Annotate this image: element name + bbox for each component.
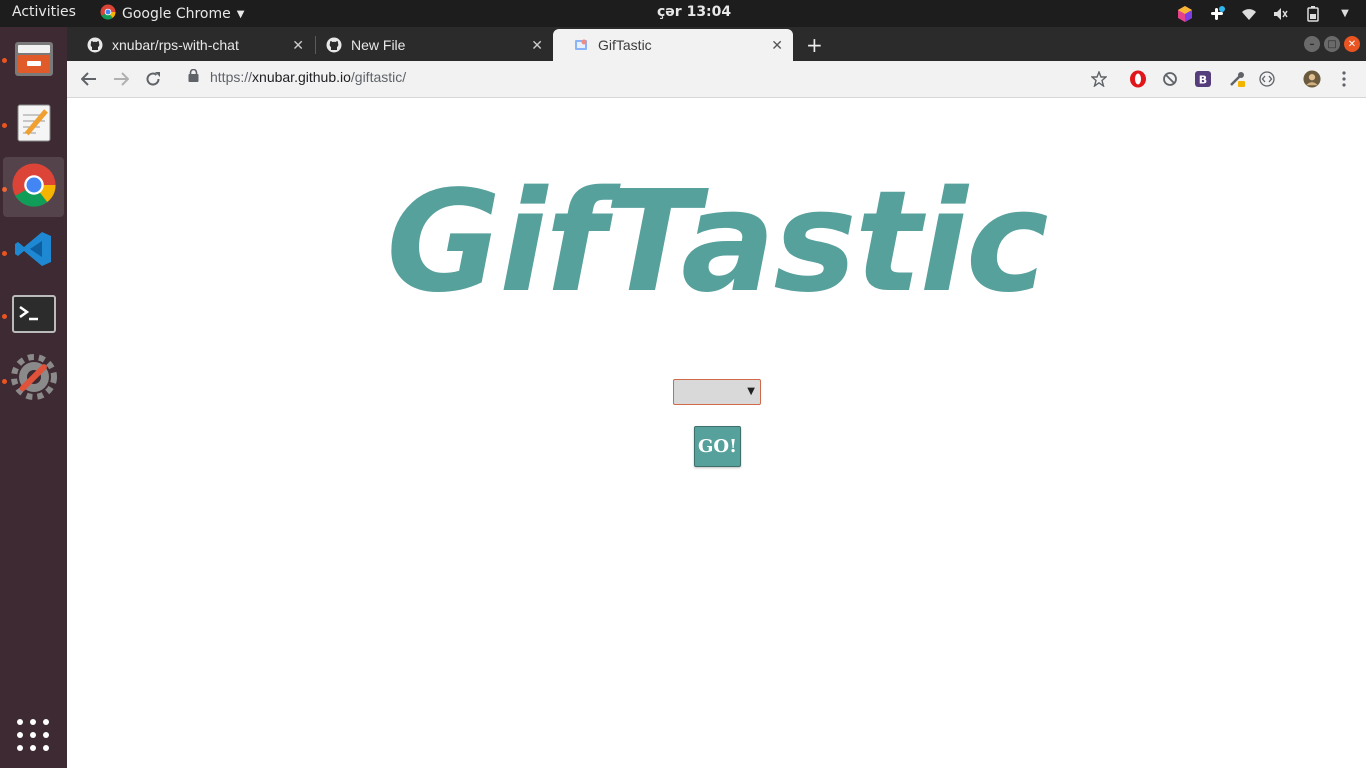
clock[interactable]: çər 13:04 <box>657 4 731 20</box>
tab-new-file[interactable]: New File ✕ <box>306 29 553 61</box>
close-tab-icon[interactable]: ✕ <box>531 37 543 54</box>
svg-text:B: B <box>1199 74 1207 87</box>
maximize-icon[interactable]: □ <box>1324 36 1340 52</box>
profile-avatar[interactable] <box>1303 70 1321 88</box>
minimize-icon[interactable]: – <box>1304 36 1320 52</box>
chevron-down-icon: ▼ <box>236 8 245 20</box>
forward-icon[interactable] <box>111 69 131 89</box>
chrome-small-icon <box>100 4 116 24</box>
tab-strip: xnubar/rps-with-chat ✕ New File ✕ GifTas… <box>67 27 1366 61</box>
lock-icon <box>188 68 202 85</box>
tab-rps-with-chat[interactable]: xnubar/rps-with-chat ✕ <box>67 29 314 61</box>
bootstrap-extension-icon[interactable]: B <box>1194 70 1212 88</box>
battery-icon[interactable] <box>1304 5 1322 23</box>
dock-vscode[interactable] <box>3 221 64 281</box>
tab-giftastic[interactable]: GifTastic ✕ <box>553 29 793 61</box>
dock-settings[interactable] <box>3 349 64 409</box>
github-icon <box>87 37 103 53</box>
new-tab-button[interactable]: + <box>806 33 823 57</box>
app-menu[interactable]: Google Chrome ▼ <box>100 4 244 24</box>
dropdown-arrow-icon: ▼ <box>747 386 755 397</box>
close-tab-icon[interactable]: ✕ <box>292 37 304 54</box>
tab-label: New File <box>351 37 406 53</box>
files-icon <box>12 37 56 85</box>
slack-icon[interactable] <box>1208 5 1226 23</box>
url-path: /giftastic/ <box>350 69 407 85</box>
system-menu-chevron-icon[interactable]: ▼ <box>1336 5 1354 23</box>
dock-google-chrome[interactable] <box>3 157 64 217</box>
giftastic-favicon <box>573 37 589 53</box>
tab-label: xnubar/rps-with-chat <box>112 37 239 53</box>
terminal-icon <box>11 295 56 337</box>
system-top-bar: Activities Google Chrome ▼ çər 13:04 ▼ <box>0 0 1366 27</box>
block-extension-icon[interactable] <box>1161 70 1179 88</box>
vscode-icon <box>14 229 54 273</box>
tab-label: GifTastic <box>598 37 652 53</box>
wifi-icon[interactable] <box>1240 5 1258 23</box>
close-window-icon[interactable]: ✕ <box>1344 36 1360 52</box>
activities-button[interactable]: Activities <box>12 4 76 20</box>
back-icon[interactable] <box>79 69 99 89</box>
url-host: xnubar.github.io <box>252 69 351 85</box>
page-content: GifTastic ▼ GO! <box>67 98 1366 768</box>
chrome-icon <box>11 162 57 212</box>
dock-files[interactable] <box>3 31 64 91</box>
reload-icon[interactable] <box>143 69 163 89</box>
opera-extension-icon[interactable] <box>1129 70 1147 88</box>
url-scheme: https:// <box>210 69 253 85</box>
page-title: GifTastic <box>386 161 1048 324</box>
close-tab-icon[interactable]: ✕ <box>771 37 783 54</box>
address-bar[interactable]: https://xnubar.github.io/giftastic/ <box>188 68 407 85</box>
bookmark-star-icon[interactable] <box>1090 70 1108 88</box>
app-name: Google Chrome <box>122 6 231 22</box>
github-icon <box>326 37 342 53</box>
dock-text-editor[interactable] <box>3 95 64 155</box>
code-extension-icon[interactable] <box>1258 70 1276 88</box>
text-editor-icon <box>12 101 56 149</box>
system-tray[interactable]: ▼ <box>1176 3 1354 24</box>
topic-select[interactable]: ▼ <box>673 379 761 405</box>
show-applications-button[interactable] <box>17 719 49 751</box>
eyedropper-extension-icon[interactable] <box>1228 70 1246 88</box>
settings-icon <box>10 354 57 404</box>
window-controls: – □ ✕ <box>1304 36 1360 52</box>
dock-terminal[interactable] <box>3 286 64 346</box>
more-menu-icon[interactable] <box>1335 70 1353 88</box>
volume-icon[interactable] <box>1272 5 1290 23</box>
dock <box>0 27 67 768</box>
go-button[interactable]: GO! <box>694 426 741 467</box>
browser-toolbar: https://xnubar.github.io/giftastic/ B <box>67 61 1366 98</box>
app-indicator-icon[interactable] <box>1176 5 1194 23</box>
